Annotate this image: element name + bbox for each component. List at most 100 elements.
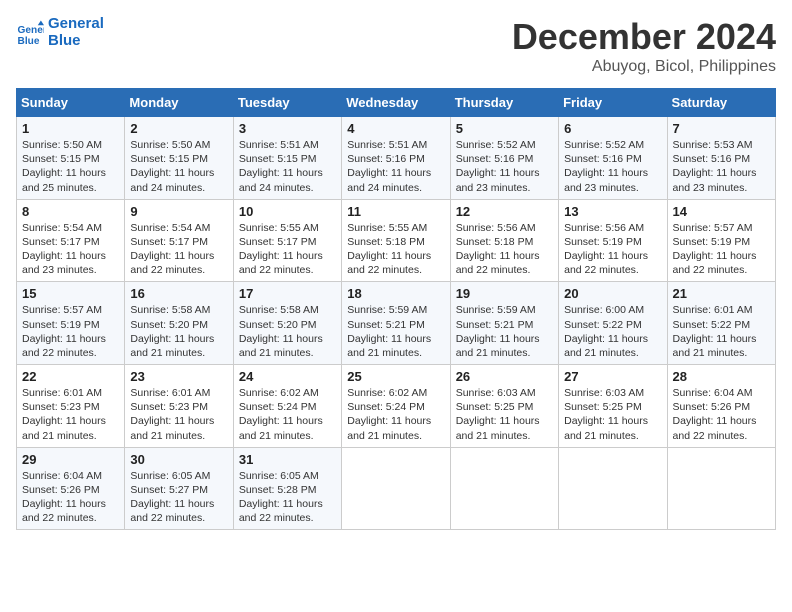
header: General Blue General Blue December 2024 …	[16, 16, 776, 76]
day-info: Sunrise: 6:00 AMSunset: 5:22 PMDaylight:…	[564, 303, 661, 360]
calendar-cell: 2Sunrise: 5:50 AMSunset: 5:15 PMDaylight…	[125, 117, 233, 200]
day-number: 19	[456, 286, 553, 301]
day-info: Sunrise: 5:55 AMSunset: 5:17 PMDaylight:…	[239, 221, 336, 278]
day-number: 3	[239, 121, 336, 136]
calendar-cell: 3 Sunrise: 5:51 AMSunset: 5:15 PMDaylight…	[233, 117, 341, 200]
day-info: Sunrise: 5:52 AMSunset: 5:16 PMDaylight:…	[456, 138, 553, 195]
day-number: 15	[22, 286, 119, 301]
svg-text:Blue: Blue	[18, 35, 40, 46]
calendar-cell: 28 Sunrise: 6:04 AMSunset: 5:26 PMDayligh…	[667, 365, 775, 448]
calendar-cell: 31 Sunrise: 6:05 AMSunset: 5:28 PMDayligh…	[233, 447, 341, 530]
logo: General Blue General Blue	[16, 16, 104, 49]
day-number: 28	[673, 369, 770, 384]
day-info: Sunrise: 5:56 AMSunset: 5:19 PMDaylight:…	[564, 221, 661, 278]
day-info: Sunrise: 5:59 AMSunset: 5:21 PMDaylight:…	[347, 303, 444, 360]
day-number: 20	[564, 286, 661, 301]
day-number: 25	[347, 369, 444, 384]
calendar-cell: 1Sunrise: 5:50 AMSunset: 5:15 PMDaylight…	[17, 117, 125, 200]
day-number: 27	[564, 369, 661, 384]
calendar-cell: 12Sunrise: 5:56 AMSunset: 5:18 PMDayligh…	[450, 199, 558, 282]
calendar-cell: 25 Sunrise: 6:02 AMSunset: 5:24 PMDayligh…	[342, 365, 450, 448]
calendar-cell	[450, 447, 558, 530]
calendar-cell: 16 Sunrise: 5:58 AMSunset: 5:20 PMDayligh…	[125, 282, 233, 365]
day-info: Sunrise: 6:03 AMSunset: 5:25 PMDaylight:…	[564, 386, 661, 443]
calendar-cell: 19 Sunrise: 5:59 AMSunset: 5:21 PMDayligh…	[450, 282, 558, 365]
day-number: 13	[564, 204, 661, 219]
day-info: Sunrise: 5:52 AMSunset: 5:16 PMDaylight:…	[564, 138, 661, 195]
calendar-cell: 26 Sunrise: 6:03 AMSunset: 5:25 PMDayligh…	[450, 365, 558, 448]
day-info: Sunrise: 6:01 AMSunset: 5:23 PMDaylight:…	[130, 386, 227, 443]
calendar-table: SundayMondayTuesdayWednesdayThursdayFrid…	[16, 88, 776, 530]
day-info: Sunrise: 6:02 AMSunset: 5:24 PMDaylight:…	[239, 386, 336, 443]
day-info: Sunrise: 5:58 AMSunset: 5:20 PMDaylight:…	[130, 303, 227, 360]
header-cell-saturday: Saturday	[667, 89, 775, 117]
logo-icon: General Blue	[16, 19, 44, 47]
day-number: 14	[673, 204, 770, 219]
day-number: 11	[347, 204, 444, 219]
calendar-cell: 5 Sunrise: 5:52 AMSunset: 5:16 PMDaylight…	[450, 117, 558, 200]
calendar-cell	[342, 447, 450, 530]
day-info: Sunrise: 6:03 AMSunset: 5:25 PMDaylight:…	[456, 386, 553, 443]
calendar-body: 1Sunrise: 5:50 AMSunset: 5:15 PMDaylight…	[17, 117, 776, 530]
logo-line1: General	[48, 16, 104, 33]
logo-line2: Blue	[48, 33, 104, 50]
day-info: Sunrise: 5:53 AMSunset: 5:16 PMDaylight:…	[673, 138, 770, 195]
calendar-cell: 10Sunrise: 5:55 AMSunset: 5:17 PMDayligh…	[233, 199, 341, 282]
calendar-cell: 20 Sunrise: 6:00 AMSunset: 5:22 PMDayligh…	[559, 282, 667, 365]
header-cell-monday: Monday	[125, 89, 233, 117]
calendar-cell: 24 Sunrise: 6:02 AMSunset: 5:24 PMDayligh…	[233, 365, 341, 448]
calendar-week-row: 1Sunrise: 5:50 AMSunset: 5:15 PMDaylight…	[17, 117, 776, 200]
calendar-cell: 8Sunrise: 5:54 AMSunset: 5:17 PMDaylight…	[17, 199, 125, 282]
calendar-week-row: 15 Sunrise: 5:57 AMSunset: 5:19 PMDayligh…	[17, 282, 776, 365]
day-number: 31	[239, 452, 336, 467]
day-info: Sunrise: 6:05 AMSunset: 5:28 PMDaylight:…	[239, 469, 336, 526]
calendar-cell: 13 Sunrise: 5:56 AMSunset: 5:19 PMDayligh…	[559, 199, 667, 282]
calendar-cell: 14 Sunrise: 5:57 AMSunset: 5:19 PMDayligh…	[667, 199, 775, 282]
day-info: Sunrise: 5:55 AMSunset: 5:18 PMDaylight:…	[347, 221, 444, 278]
day-info: Sunrise: 6:02 AMSunset: 5:24 PMDaylight:…	[347, 386, 444, 443]
day-info: Sunrise: 6:01 AMSunset: 5:23 PMDaylight:…	[22, 386, 119, 443]
day-number: 4	[347, 121, 444, 136]
day-number: 26	[456, 369, 553, 384]
calendar-cell	[559, 447, 667, 530]
calendar-cell: 29Sunrise: 6:04 AMSunset: 5:26 PMDayligh…	[17, 447, 125, 530]
calendar-cell: 11 Sunrise: 5:55 AMSunset: 5:18 PMDayligh…	[342, 199, 450, 282]
day-info: Sunrise: 5:51 AMSunset: 5:15 PMDaylight:…	[239, 138, 336, 195]
day-info: Sunrise: 6:04 AMSunset: 5:26 PMDaylight:…	[673, 386, 770, 443]
day-info: Sunrise: 5:59 AMSunset: 5:21 PMDaylight:…	[456, 303, 553, 360]
calendar-week-row: 22 Sunrise: 6:01 AMSunset: 5:23 PMDayligh…	[17, 365, 776, 448]
calendar-cell: 17 Sunrise: 5:58 AMSunset: 5:20 PMDayligh…	[233, 282, 341, 365]
calendar-cell: 21 Sunrise: 6:01 AMSunset: 5:22 PMDayligh…	[667, 282, 775, 365]
calendar-cell: 15 Sunrise: 5:57 AMSunset: 5:19 PMDayligh…	[17, 282, 125, 365]
day-number: 9	[130, 204, 227, 219]
day-info: Sunrise: 5:54 AMSunset: 5:17 PMDaylight:…	[22, 221, 119, 278]
day-info: Sunrise: 6:01 AMSunset: 5:22 PMDaylight:…	[673, 303, 770, 360]
day-info: Sunrise: 5:58 AMSunset: 5:20 PMDaylight:…	[239, 303, 336, 360]
day-number: 22	[22, 369, 119, 384]
day-number: 12	[456, 204, 553, 219]
day-number: 30	[130, 452, 227, 467]
day-number: 6	[564, 121, 661, 136]
day-number: 24	[239, 369, 336, 384]
header-cell-thursday: Thursday	[450, 89, 558, 117]
calendar-cell: 22 Sunrise: 6:01 AMSunset: 5:23 PMDayligh…	[17, 365, 125, 448]
month-title: December 2024	[512, 16, 776, 58]
day-number: 16	[130, 286, 227, 301]
day-number: 2	[130, 121, 227, 136]
day-info: Sunrise: 5:54 AMSunset: 5:17 PMDaylight:…	[130, 221, 227, 278]
day-number: 23	[130, 369, 227, 384]
day-number: 1	[22, 121, 119, 136]
day-number: 29	[22, 452, 119, 467]
day-info: Sunrise: 6:05 AMSunset: 5:27 PMDaylight:…	[130, 469, 227, 526]
day-info: Sunrise: 5:57 AMSunset: 5:19 PMDaylight:…	[673, 221, 770, 278]
header-cell-tuesday: Tuesday	[233, 89, 341, 117]
svg-text:General: General	[18, 25, 44, 36]
calendar-cell: 7 Sunrise: 5:53 AMSunset: 5:16 PMDaylight…	[667, 117, 775, 200]
day-number: 17	[239, 286, 336, 301]
day-number: 21	[673, 286, 770, 301]
day-number: 5	[456, 121, 553, 136]
day-number: 7	[673, 121, 770, 136]
day-info: Sunrise: 5:57 AMSunset: 5:19 PMDaylight:…	[22, 303, 119, 360]
header-cell-wednesday: Wednesday	[342, 89, 450, 117]
calendar-cell: 30 Sunrise: 6:05 AMSunset: 5:27 PMDayligh…	[125, 447, 233, 530]
